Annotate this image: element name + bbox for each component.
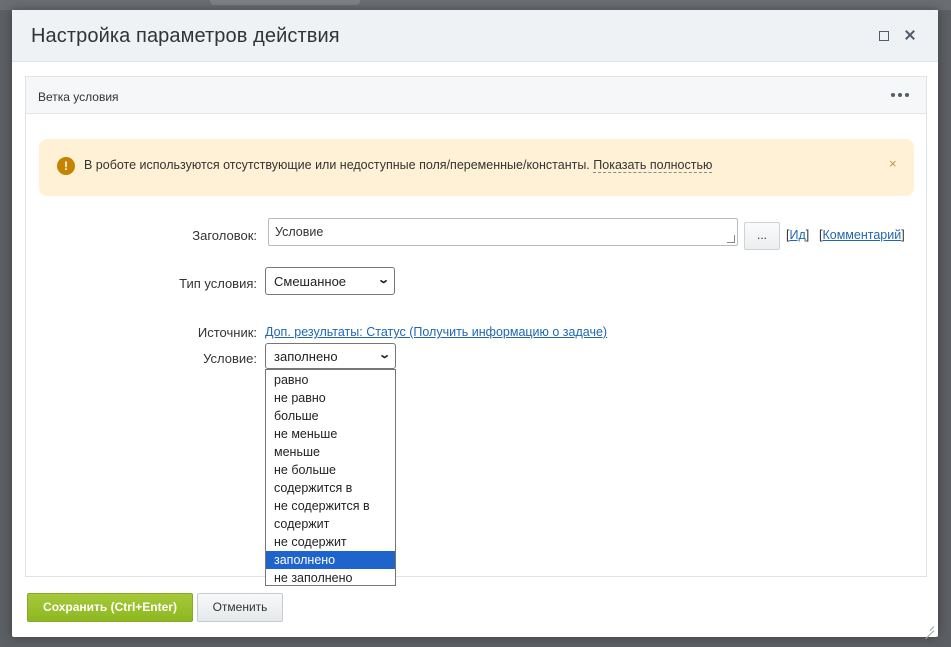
close-icon[interactable] <box>900 25 920 45</box>
condition-value: заполнено <box>274 349 338 364</box>
background-page <box>0 0 951 10</box>
title-input[interactable]: Условие <box>268 218 738 246</box>
condition-type-value: Смешанное <box>274 274 347 289</box>
dropdown-option[interactable]: меньше <box>266 443 395 461</box>
dropdown-option[interactable]: больше <box>266 407 395 425</box>
id-link[interactable]: Ид <box>789 228 805 242</box>
chevron-down-icon: ⌄ <box>376 274 390 286</box>
alert-message-text: В роботе используются отсутствующие или … <box>84 158 590 172</box>
background-tab <box>210 0 360 5</box>
source-link[interactable]: Доп. результаты: Статус (Получить информ… <box>265 325 607 339</box>
id-link-wrap: [Ид] <box>786 228 810 242</box>
alert-close-icon[interactable]: × <box>889 156 897 171</box>
dropdown-option[interactable]: заполнено <box>266 551 395 569</box>
cancel-button[interactable]: Отменить <box>197 593 283 622</box>
chevron-down-icon: ⌄ <box>377 349 391 361</box>
dialog-title: Настройка параметров действия <box>31 25 340 47</box>
condition-label: Условие: <box>203 351 257 366</box>
warning-alert: ! В роботе используются отсутствующие ил… <box>39 139 914 196</box>
dropdown-option[interactable]: содержит <box>266 515 395 533</box>
condition-options-list: равно не равно больше не меньше меньше не бол… <box>265 369 396 586</box>
dropdown-option[interactable]: равно <box>266 371 395 389</box>
condition-type-select[interactable]: Смешанное ⌄ <box>265 267 395 295</box>
dialog-resize-icon[interactable] <box>924 622 934 632</box>
alert-message: В роботе используются отсутствующие или … <box>84 158 713 173</box>
more-dots-icon[interactable] <box>888 86 912 104</box>
panel-title: Ветка условия <box>38 90 119 104</box>
panel-header: Ветка условия <box>26 77 926 114</box>
dropdown-option[interactable]: не равно <box>266 389 395 407</box>
dropdown-option[interactable]: не больше <box>266 461 395 479</box>
textarea-resize-icon[interactable] <box>727 235 735 243</box>
insert-value-button[interactable]: ... <box>744 222 780 250</box>
action-settings-dialog: Настройка параметров действия Ветка усло… <box>12 10 938 637</box>
dropdown-option[interactable]: не меньше <box>266 425 395 443</box>
maximize-icon[interactable] <box>874 25 894 45</box>
source-label: Источник: <box>197 325 257 340</box>
title-label: Заголовок: <box>192 228 257 243</box>
dropdown-option[interactable]: не содержится в <box>266 497 395 515</box>
warning-icon: ! <box>57 157 75 175</box>
dialog-header: Настройка параметров действия <box>12 10 938 62</box>
comment-link[interactable]: Комментарий <box>822 228 901 242</box>
comment-link-wrap: [Комментарий] <box>819 228 905 242</box>
dropdown-option[interactable]: содержится в <box>266 479 395 497</box>
save-button[interactable]: Сохранить (Ctrl+Enter) <box>27 593 193 622</box>
dropdown-option[interactable]: не содержит <box>266 533 395 551</box>
condition-type-label: Тип условия: <box>179 276 257 291</box>
title-input-value: Условие <box>275 225 324 239</box>
dialog-footer: Сохранить (Ctrl+Enter) Отменить <box>12 577 938 637</box>
condition-branch-panel: Ветка условия ! В роботе используются от… <box>25 76 927 586</box>
condition-select[interactable]: заполнено ⌄ <box>265 343 396 369</box>
show-full-link[interactable]: Показать полностью <box>593 158 713 173</box>
